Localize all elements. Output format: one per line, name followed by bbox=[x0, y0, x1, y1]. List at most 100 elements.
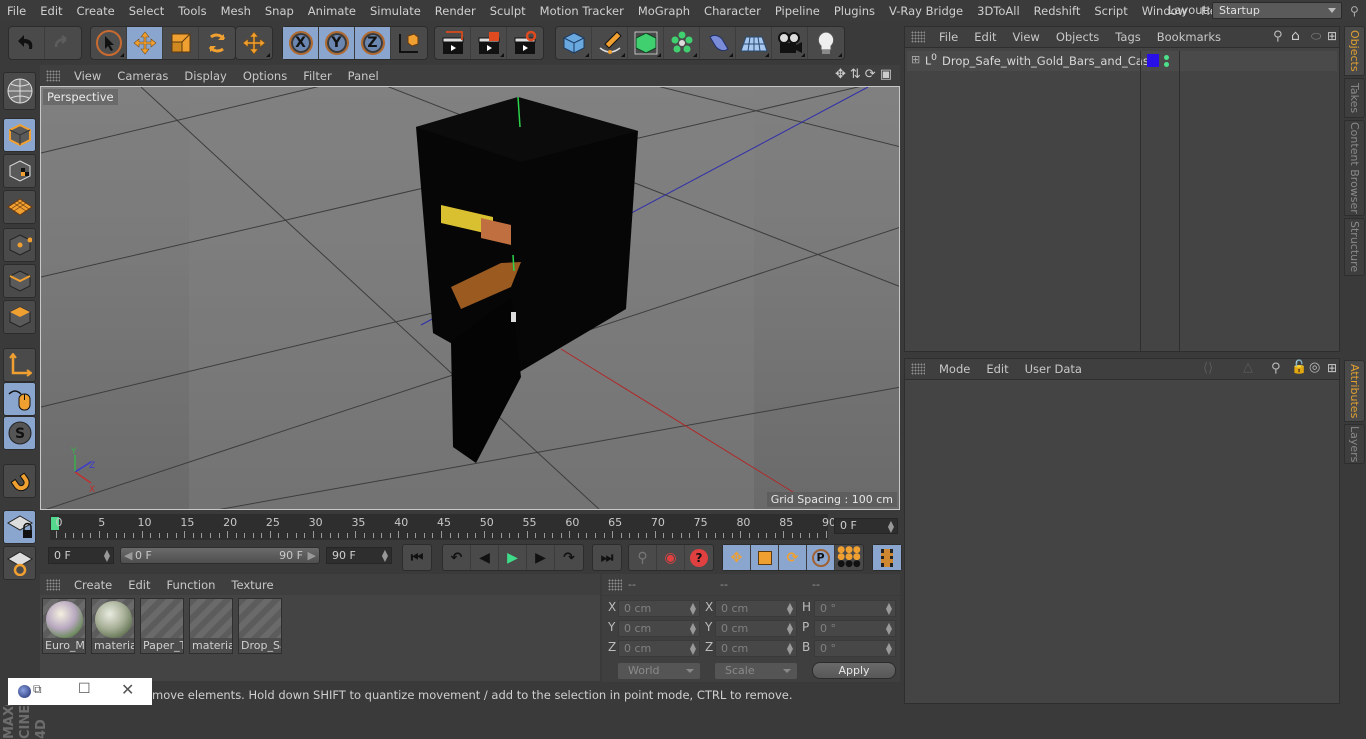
viewport-menu-cameras[interactable]: Cameras bbox=[109, 69, 176, 83]
coordinate-space-dropdown[interactable]: World bbox=[618, 663, 700, 679]
add-camera-button[interactable] bbox=[772, 27, 808, 59]
viewport-menu-filter[interactable]: Filter bbox=[295, 69, 339, 83]
tab-structure[interactable]: Structure bbox=[1344, 218, 1365, 276]
points-mode-button[interactable] bbox=[3, 228, 36, 262]
tweak-mode-button[interactable] bbox=[3, 382, 36, 416]
menu-mesh[interactable]: Mesh bbox=[214, 4, 258, 18]
panel-grip-icon[interactable] bbox=[46, 578, 60, 591]
viewport-menu-view[interactable]: View bbox=[66, 69, 109, 83]
add-deformer-button[interactable] bbox=[700, 27, 736, 59]
lock-icon[interactable]: 🔓 bbox=[1291, 360, 1307, 375]
panel-grip-icon[interactable] bbox=[911, 363, 925, 375]
texture-mode-button[interactable] bbox=[3, 154, 36, 188]
menu-redshift[interactable]: Redshift bbox=[1027, 4, 1088, 18]
panel-grip-icon[interactable] bbox=[911, 31, 925, 43]
menu-edit[interactable]: Edit bbox=[33, 4, 69, 18]
material-swatch[interactable]: Paper_Ta bbox=[140, 598, 184, 654]
tab-layers[interactable]: Layers bbox=[1344, 424, 1365, 464]
menu-pipeline[interactable]: Pipeline bbox=[768, 4, 827, 18]
size-x-field[interactable]: 0 cm ▲ ▼ bbox=[715, 600, 797, 617]
goto-start-button[interactable]: ⏮ bbox=[403, 545, 431, 570]
restore-icon[interactable]: ⧉ bbox=[33, 682, 42, 697]
menu-sculpt[interactable]: Sculpt bbox=[483, 4, 533, 18]
timeline-window-button[interactable] bbox=[873, 545, 901, 570]
spinner-icon[interactable]: ▲ ▼ bbox=[886, 622, 892, 636]
add-spline-pen-button[interactable] bbox=[592, 27, 628, 59]
layout-dropdown[interactable]: Startup bbox=[1212, 2, 1342, 19]
menu-script[interactable]: Script bbox=[1087, 4, 1134, 18]
add-generator-button[interactable] bbox=[628, 27, 664, 59]
new-panel-icon[interactable]: ⊞ bbox=[1327, 29, 1337, 43]
panel-grip-icon[interactable] bbox=[46, 69, 60, 82]
range-right-arrow-icon[interactable]: ▶ bbox=[308, 548, 316, 563]
rotation-h-field[interactable]: 0 ° ▲ ▼ bbox=[814, 600, 896, 617]
spinner-icon[interactable]: ▲ ▼ bbox=[787, 602, 793, 616]
spinner-icon[interactable]: ▲ ▼ bbox=[787, 622, 793, 636]
menu-mograph[interactable]: MoGraph bbox=[631, 4, 697, 18]
column-divider[interactable] bbox=[1179, 51, 1180, 351]
home-icon[interactable]: ⌂ bbox=[1291, 28, 1300, 44]
menu-render[interactable]: Render bbox=[428, 4, 483, 18]
spinner-icon[interactable]: ▲ ▼ bbox=[690, 602, 696, 616]
key-scale-button[interactable] bbox=[751, 545, 779, 570]
search-icon[interactable]: ⚲ bbox=[1271, 361, 1281, 376]
tab-objects[interactable]: Objects bbox=[1344, 26, 1365, 76]
spinner-icon[interactable]: ▲ ▼ bbox=[382, 549, 388, 563]
editor-visibility-dot[interactable] bbox=[1164, 55, 1169, 60]
apply-button[interactable]: Apply bbox=[812, 662, 896, 679]
current-frame-field[interactable]: 0 F ▲ ▼ bbox=[834, 518, 898, 534]
next-key-button[interactable]: ↷ bbox=[555, 545, 583, 570]
key-parameter-button[interactable]: P bbox=[807, 545, 835, 570]
menu-tools[interactable]: Tools bbox=[171, 4, 213, 18]
range-left-arrow-icon[interactable]: ◀ bbox=[124, 548, 132, 563]
attributes-menu-edit[interactable]: Edit bbox=[978, 362, 1016, 376]
position-z-field[interactable]: 0 cm ▲ ▼ bbox=[618, 640, 700, 657]
tab-takes[interactable]: Takes bbox=[1344, 78, 1365, 118]
timeline-ruler[interactable]: 0 5 10 15 20 25 30 35 40 45 50 55 60 65 70 75 80 85 90 bbox=[50, 514, 836, 540]
next-frame-button[interactable]: ▶ bbox=[527, 545, 555, 570]
menu-create[interactable]: Create bbox=[70, 4, 122, 18]
menu-file[interactable]: File bbox=[0, 4, 33, 18]
add-floor-button[interactable] bbox=[736, 27, 772, 59]
material-menu-edit[interactable]: Edit bbox=[120, 578, 158, 592]
x-axis-lock-button[interactable]: X bbox=[283, 27, 319, 59]
material-swatch[interactable]: material bbox=[189, 598, 233, 654]
previous-key-button[interactable]: ↶ bbox=[443, 545, 471, 570]
size-z-field[interactable]: 0 cm ▲ ▼ bbox=[715, 640, 797, 657]
material-swatch[interactable]: material bbox=[91, 598, 135, 654]
spinner-icon[interactable]: ▲ ▼ bbox=[787, 642, 793, 656]
position-x-field[interactable]: 0 cm ▲ ▼ bbox=[618, 600, 700, 617]
menu-animate[interactable]: Animate bbox=[301, 4, 363, 18]
rotate-tool-button[interactable] bbox=[199, 27, 235, 59]
recent-tool-button[interactable] bbox=[236, 27, 272, 59]
position-y-field[interactable]: 0 cm ▲ ▼ bbox=[618, 620, 700, 637]
toggle-view-layout-icon[interactable]: ▣ bbox=[880, 67, 892, 82]
live-selection-button[interactable] bbox=[91, 27, 127, 59]
move-tool-button[interactable] bbox=[127, 27, 163, 59]
expand-icon[interactable]: ⊞ bbox=[911, 53, 920, 66]
previous-frame-button[interactable]: ◀ bbox=[471, 545, 499, 570]
render-visibility-dot[interactable] bbox=[1164, 62, 1169, 67]
preview-range-slider[interactable]: ◀ 0 F 90 F ▶ bbox=[120, 547, 320, 564]
z-axis-lock-button[interactable]: Z bbox=[355, 27, 391, 59]
attributes-menu-mode[interactable]: Mode bbox=[931, 362, 978, 376]
y-axis-lock-button[interactable]: Y bbox=[319, 27, 355, 59]
end-frame-field[interactable]: 90 F ▲ ▼ bbox=[326, 547, 392, 564]
pan-view-icon[interactable]: ✥ bbox=[835, 67, 846, 82]
start-frame-field[interactable]: 0 F ▲ ▼ bbox=[48, 547, 114, 564]
eye-toggle-icon[interactable]: ⬭ bbox=[1311, 29, 1321, 44]
menu-plugins[interactable]: Plugins bbox=[827, 4, 882, 18]
spinner-icon[interactable]: ▲ ▼ bbox=[690, 642, 696, 656]
size-y-field[interactable]: 0 cm ▲ ▼ bbox=[715, 620, 797, 637]
objects-menu-view[interactable]: View bbox=[1005, 30, 1048, 44]
menu-select[interactable]: Select bbox=[122, 4, 171, 18]
search-icon[interactable]: ⚲ bbox=[1273, 29, 1283, 44]
coordinate-system-button[interactable] bbox=[391, 27, 427, 59]
size-mode-dropdown[interactable]: Scale bbox=[715, 663, 797, 679]
menu-character[interactable]: Character bbox=[697, 4, 768, 18]
add-cube-button[interactable] bbox=[556, 27, 592, 59]
viewport-menu-options[interactable]: Options bbox=[235, 69, 295, 83]
close-icon[interactable]: ✕ bbox=[121, 680, 134, 699]
material-menu-texture[interactable]: Texture bbox=[223, 578, 281, 592]
material-swatch[interactable]: Drop_Sa bbox=[238, 598, 282, 654]
